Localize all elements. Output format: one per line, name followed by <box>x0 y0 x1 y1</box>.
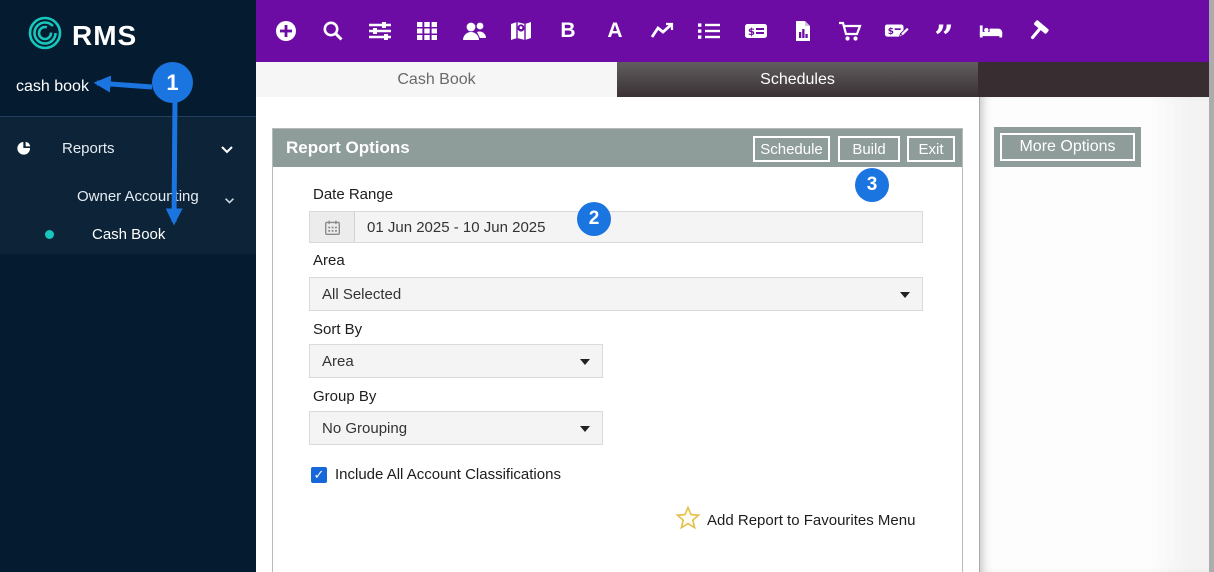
bold-b-glyph: B <box>560 19 575 43</box>
rms-logo-text: RMS <box>72 20 137 52</box>
rms-logo[interactable]: RMS <box>26 14 137 57</box>
group-by-dropdown[interactable]: No Grouping <box>309 411 603 445</box>
panel-title: Report Options <box>286 138 410 158</box>
quotes-glyph: ” <box>934 33 954 43</box>
app-window: RMS Reports Owner Accounting <box>0 0 1214 572</box>
caret-down-icon <box>580 359 590 365</box>
quotes-icon[interactable]: ” <box>931 18 957 44</box>
sidebar-menu: Reports Owner Accounting Cash Book <box>0 116 256 254</box>
date-range-field[interactable]: 01 Jun 2025 - 10 Jun 2025 <box>309 211 923 243</box>
exit-button[interactable]: Exit <box>907 136 955 162</box>
more-options-label: More Options <box>1000 133 1135 161</box>
group-by-value: No Grouping <box>322 420 407 437</box>
tab-schedules[interactable]: Schedules <box>617 62 978 97</box>
rms-logo-icon <box>26 14 64 57</box>
tab-label: Cash Book <box>397 71 475 89</box>
date-range-value: 01 Jun 2025 - 10 Jun 2025 <box>367 219 545 236</box>
svg-text:$: $ <box>888 27 894 37</box>
sidebar-item-cash-book[interactable]: Cash Book <box>0 219 256 249</box>
sidebar-item-label: Owner Accounting <box>77 188 199 205</box>
search-icon[interactable] <box>320 18 346 44</box>
vertical-scrollbar[interactable] <box>1209 0 1214 572</box>
active-item-dot-icon <box>45 230 54 239</box>
money-card-icon[interactable]: $ <box>743 18 769 44</box>
checklist-icon[interactable] <box>696 18 722 44</box>
money-edit-icon[interactable]: $ <box>884 18 910 44</box>
include-classifications-label: Include All Account Classifications <box>335 466 561 483</box>
area-label: Area <box>313 252 345 269</box>
letter-a-icon[interactable]: A <box>602 18 628 44</box>
svg-text:$: $ <box>748 27 755 38</box>
sort-by-label: Sort By <box>313 321 362 338</box>
line-chart-icon[interactable] <box>649 18 675 44</box>
map-icon[interactable] <box>508 18 534 44</box>
calendar-icon <box>310 212 355 242</box>
sidebar-item-label: Reports <box>62 140 115 157</box>
annotation-badge-3: 3 <box>855 168 889 202</box>
tab-bar: Cash Book Schedules <box>256 62 1214 97</box>
chevron-down-icon <box>224 192 235 209</box>
report-options-header: Report Options Schedule Build Exit <box>273 129 962 167</box>
build-button[interactable]: Build <box>838 136 900 162</box>
schedule-button[interactable]: Schedule <box>753 136 830 162</box>
sort-by-dropdown[interactable]: Area <box>309 344 603 378</box>
sidebar-item-label: Cash Book <box>92 226 165 243</box>
bold-b-icon[interactable]: B <box>555 18 581 44</box>
sidebar-item-reports[interactable]: Reports <box>0 133 256 163</box>
group-by-label: Group By <box>313 388 376 405</box>
hammer-icon[interactable] <box>1025 18 1051 44</box>
sidebar-item-owner-accounting[interactable]: Owner Accounting <box>0 181 256 211</box>
people-icon[interactable] <box>461 18 487 44</box>
annotation-badge-2: 2 <box>577 202 611 236</box>
caret-down-icon <box>900 292 910 298</box>
cart-icon[interactable] <box>837 18 863 44</box>
top-toolbar: B A $ $ ” F <box>256 0 1214 62</box>
more-options-panel: More Options <box>979 97 1214 572</box>
sort-by-value: Area <box>322 353 354 370</box>
include-classifications-checkbox[interactable]: ✓ <box>311 467 327 483</box>
bed-icon[interactable] <box>978 18 1004 44</box>
letter-a-glyph: A <box>607 19 622 43</box>
grid-icon[interactable] <box>414 18 440 44</box>
tab-label: Schedules <box>760 71 835 89</box>
add-to-favourites-label: Add Report to Favourites Menu <box>707 512 915 529</box>
area-dropdown[interactable]: All Selected <box>309 277 923 311</box>
pie-chart-icon <box>16 140 32 156</box>
plus-circle-icon[interactable] <box>273 18 299 44</box>
include-classifications-row[interactable]: ✓ Include All Account Classifications <box>311 466 561 483</box>
area-value: All Selected <box>322 286 401 303</box>
star-icon <box>675 505 701 536</box>
more-options-button[interactable]: More Options <box>994 127 1141 167</box>
report-document-icon[interactable] <box>790 18 816 44</box>
annotation-badge-1: 1 <box>152 62 193 103</box>
sliders-icon[interactable] <box>367 18 393 44</box>
add-to-favourites[interactable]: Add Report to Favourites Menu <box>675 505 915 536</box>
date-range-label: Date Range <box>313 186 393 203</box>
sidebar: RMS Reports Owner Accounting <box>0 0 256 572</box>
chevron-down-icon <box>220 142 234 159</box>
caret-down-icon <box>580 426 590 432</box>
tab-cash-book[interactable]: Cash Book <box>256 62 617 97</box>
main-content: Report Options Schedule Build Exit Date … <box>256 97 1214 572</box>
